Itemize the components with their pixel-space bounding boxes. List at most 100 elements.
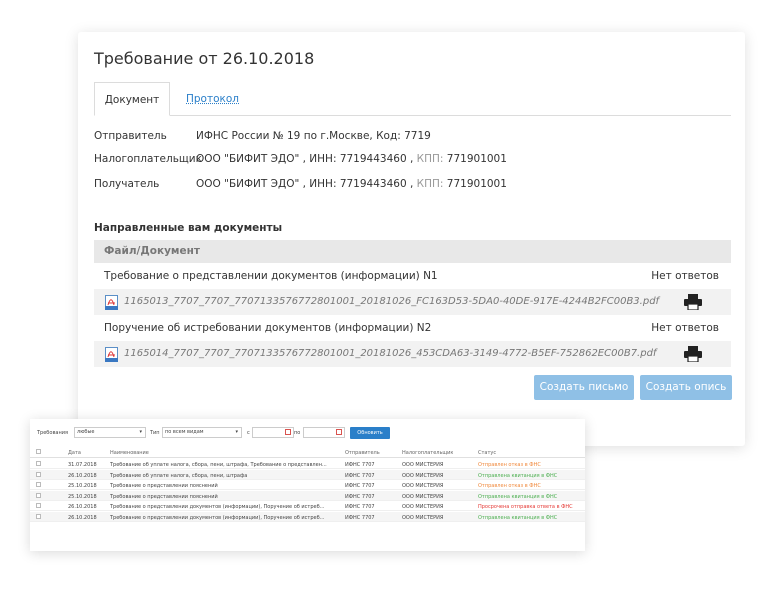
printer-icon[interactable] [684, 346, 702, 362]
info-label: Отправитель [94, 130, 167, 142]
table-row[interactable]: 26.10.2018 Требование о представлении док… [30, 501, 585, 511]
info-value: ООО "БИФИТ ЭДО" , ИНН: 7719443460 , КПП:… [196, 178, 507, 190]
table-row[interactable]: 25.10.2018 Требование о представлении поя… [30, 480, 585, 490]
table-row[interactable]: 25.10.2018 Требование о представлении поя… [30, 490, 585, 501]
col-status[interactable]: Статус [478, 450, 496, 456]
row-name: Требование об уплате налога, сбора, пени… [110, 462, 327, 468]
file-row: 1165014_7707_7707_7707133576772801001_20… [94, 341, 731, 367]
pdf-icon [105, 295, 118, 310]
create-inventory-button[interactable]: Создать опись [640, 375, 732, 400]
row-name: Требование о представлении документов (и… [110, 514, 325, 521]
row-taxpayer: ООО МИСТЕРИЯ [402, 472, 444, 479]
col-taxpayer[interactable]: Налогоплательщик [402, 450, 453, 456]
requirement-card: Требование от 26.10.2018 Документ Проток… [78, 32, 745, 446]
document-status: Нет ответов [651, 270, 719, 282]
filter-label-to: по [294, 430, 301, 436]
row-status: Отправлена квитанция в ФНС [478, 493, 558, 500]
row-status: Отправлен отказ в ФНС [478, 462, 541, 468]
kpp-label: КПП: [416, 178, 444, 190]
type-select[interactable]: по всем видам ▾ [162, 427, 242, 438]
table-row[interactable]: 26.10.2018 Требование об уплате налога, с… [30, 469, 585, 480]
table-header-row: Дата Наименование Отправитель Налогоплат… [30, 447, 585, 458]
date-from-input[interactable] [252, 427, 294, 438]
calendar-icon[interactable] [285, 429, 291, 435]
table-row[interactable]: 31.07.2018 Требование об уплате налога, с… [30, 459, 585, 469]
filter-label-type: Тип [150, 430, 160, 436]
filter-bar: Требования любые ▾ Тип по всем видам ▾ с… [30, 426, 585, 440]
row-checkbox[interactable] [36, 503, 41, 508]
document-name: Требование о представлении документов (и… [104, 270, 438, 282]
file-row: 1165013_7707_7707_7707133576772801001_20… [94, 289, 731, 315]
kpp-label: КПП: [416, 153, 444, 165]
page-title: Требование от 26.10.2018 [94, 49, 315, 68]
row-checkbox[interactable] [36, 513, 41, 519]
row-taxpayer: ООО МИСТЕРИЯ [402, 514, 444, 521]
row-name: Требование о представлении документов (и… [110, 504, 325, 510]
row-status: Отправлен отказ в ФНС [478, 483, 541, 489]
col-sender[interactable]: Отправитель [345, 450, 380, 456]
requirements-select[interactable]: любые ▾ [74, 427, 146, 438]
calendar-icon[interactable] [336, 429, 342, 435]
row-name: Требование о представлении пояснений [110, 493, 218, 500]
row-checkbox[interactable] [36, 492, 41, 498]
row-sender: ИФНС 7707 [345, 504, 375, 510]
printer-icon[interactable] [684, 294, 702, 310]
info-label: Получатель [94, 178, 160, 190]
refresh-button[interactable]: Обновить [350, 427, 390, 439]
create-letter-button[interactable]: Создать письмо [534, 375, 634, 400]
chevron-down-icon: ▾ [139, 429, 142, 435]
col-date[interactable]: Дата [68, 450, 81, 456]
row-taxpayer: ООО МИСТЕРИЯ [402, 493, 444, 500]
row-taxpayer: ООО МИСТЕРИЯ [402, 462, 444, 468]
table-row[interactable]: 26.10.2018 Требование о представлении док… [30, 511, 585, 522]
row-date: 25.10.2018 [68, 483, 97, 489]
row-date: 26.10.2018 [68, 504, 97, 510]
document-row: Поручение об истребовании документов (ин… [94, 315, 731, 341]
row-taxpayer: ООО МИСТЕРИЯ [402, 483, 444, 489]
row-taxpayer: ООО МИСТЕРИЯ [402, 504, 444, 510]
date-to-input[interactable] [303, 427, 345, 438]
col-name[interactable]: Наименование [110, 450, 149, 456]
row-status: Отправлена квитанция в ФНС [478, 514, 558, 521]
select-all-checkbox[interactable] [36, 449, 41, 454]
pdf-icon [105, 347, 118, 362]
row-date: 26.10.2018 [68, 472, 97, 479]
table-header: Файл/Документ [94, 240, 731, 263]
document-row: Требование о представлении документов (и… [94, 263, 731, 289]
row-sender: ИФНС 7707 [345, 493, 375, 500]
requirements-select-value: любые [77, 429, 95, 435]
requirements-list-panel: Требования любые ▾ Тип по всем видам ▾ с… [30, 419, 585, 551]
row-sender: ИФНС 7707 [345, 483, 375, 489]
row-date: 26.10.2018 [68, 514, 97, 521]
filter-label-requirements: Требования [37, 430, 68, 436]
document-status: Нет ответов [651, 322, 719, 334]
tab-protocol[interactable]: Протокол [186, 82, 239, 116]
row-checkbox[interactable] [36, 461, 41, 466]
row-date: 31.07.2018 [68, 462, 97, 468]
row-name: Требование об уплате налога, сбора, пени… [110, 472, 248, 479]
file-link[interactable]: 1165013_7707_7707_7707133576772801001_20… [124, 289, 659, 315]
kpp-value: 771901001 [443, 178, 507, 190]
row-date: 25.10.2018 [68, 493, 97, 500]
info-value-text: ООО "БИФИТ ЭДО" , ИНН: 7719443460 , [196, 178, 417, 190]
file-link[interactable]: 1165014_7707_7707_7707133576772801001_20… [124, 341, 656, 367]
document-name: Поручение об истребовании документов (ин… [104, 322, 432, 334]
filter-label-from: с [247, 430, 250, 436]
row-status: Отправлена квитанция в ФНС [478, 472, 558, 479]
row-checkbox[interactable] [36, 471, 41, 477]
info-value-text: ООО "БИФИТ ЭДО" , ИНН: 7719443460 , [196, 153, 417, 165]
info-label: Налогоплательщик [94, 153, 202, 165]
section-title: Направленные вам документы [94, 222, 283, 234]
chevron-down-icon: ▾ [235, 429, 238, 435]
row-sender: ИФНС 7707 [345, 462, 375, 468]
tab-document[interactable]: Документ [94, 82, 170, 116]
type-select-value: по всем видам [165, 429, 204, 435]
row-sender: ИФНС 7707 [345, 514, 375, 521]
row-name: Требование о представлении пояснений [110, 483, 218, 489]
row-sender: ИФНС 7707 [345, 472, 375, 479]
kpp-value: 771901001 [443, 153, 507, 165]
tab-bar: Документ Протокол [94, 82, 731, 116]
row-status: Просрочена отправка ответа в ФНС [478, 504, 573, 510]
row-checkbox[interactable] [36, 482, 41, 487]
info-value: ООО "БИФИТ ЭДО" , ИНН: 7719443460 , КПП:… [196, 153, 507, 165]
